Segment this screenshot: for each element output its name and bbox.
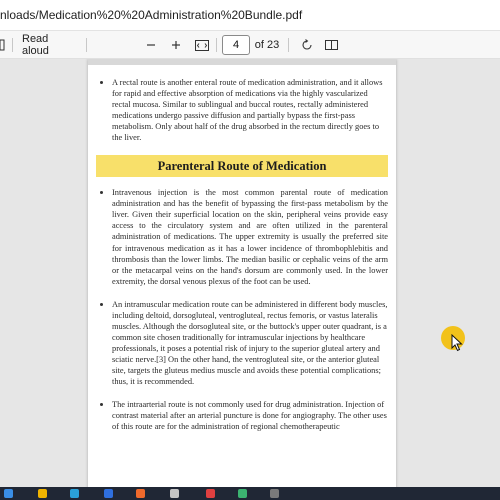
- list-item: The intraarterial route is not commonly …: [96, 399, 388, 432]
- pdf-toolbar: Read aloud 4 of 23: [0, 31, 500, 59]
- page-gap: [88, 59, 396, 65]
- zoom-out-button[interactable]: [142, 31, 160, 59]
- app-icon[interactable]: [136, 489, 145, 498]
- address-bar[interactable]: nloads/Medication%20%20Administration%20…: [0, 0, 500, 31]
- rotate-icon: [302, 39, 312, 50]
- page-total: of 23: [254, 31, 280, 59]
- page-number-input[interactable]: 4: [222, 35, 250, 55]
- page-content: A rectal route is another enteral route …: [96, 77, 388, 444]
- plus-icon: [172, 41, 180, 49]
- list-item: A rectal route is another enteral route …: [96, 77, 388, 143]
- app-icon[interactable]: [270, 489, 279, 498]
- minus-icon: [147, 44, 155, 46]
- pdf-viewer[interactable]: A rectal route is another enteral route …: [0, 59, 500, 487]
- os-taskbar: [0, 487, 500, 500]
- panel-icon[interactable]: [0, 31, 6, 59]
- edge-browser-icon[interactable]: [70, 489, 79, 498]
- toolbar-divider: [86, 38, 87, 52]
- start-icon[interactable]: [4, 489, 13, 498]
- toolbar-divider: [216, 38, 217, 52]
- zoom-in-button[interactable]: [167, 31, 185, 59]
- url-text[interactable]: nloads/Medication%20%20Administration%20…: [0, 8, 302, 22]
- app-icon[interactable]: [238, 489, 247, 498]
- chrome-icon[interactable]: [206, 489, 215, 498]
- toolbar-divider: [12, 38, 13, 52]
- fit-page-button[interactable]: [192, 31, 212, 59]
- toolbar-divider: [288, 38, 289, 52]
- paragraph-rectal: A rectal route is another enteral route …: [112, 78, 383, 143]
- page-total-label: of 23: [254, 39, 280, 51]
- rotate-button[interactable]: [298, 31, 316, 59]
- list-item: An intramuscular medication route can be…: [96, 299, 388, 387]
- section-heading: Parenteral Route of Medication: [96, 155, 388, 178]
- two-page-button[interactable]: [322, 31, 340, 59]
- mouse-pointer-icon: [451, 334, 463, 352]
- read-aloud-label: Read aloud: [22, 33, 49, 57]
- paragraph-intraarterial: The intraarterial route is not commonly …: [112, 400, 387, 432]
- file-explorer-icon[interactable]: [38, 489, 47, 498]
- word-icon[interactable]: [104, 489, 113, 498]
- paragraph-intramuscular: An intramuscular medication route can be…: [112, 299, 388, 387]
- read-aloud-button[interactable]: Read aloud: [22, 31, 76, 59]
- two-page-icon: [324, 40, 338, 50]
- paragraph-intravenous: Intravenous injection is the most common…: [112, 188, 388, 286]
- app-icon[interactable]: [170, 489, 179, 498]
- fit-page-icon: [195, 39, 209, 51]
- list-item: Intravenous injection is the most common…: [96, 187, 388, 286]
